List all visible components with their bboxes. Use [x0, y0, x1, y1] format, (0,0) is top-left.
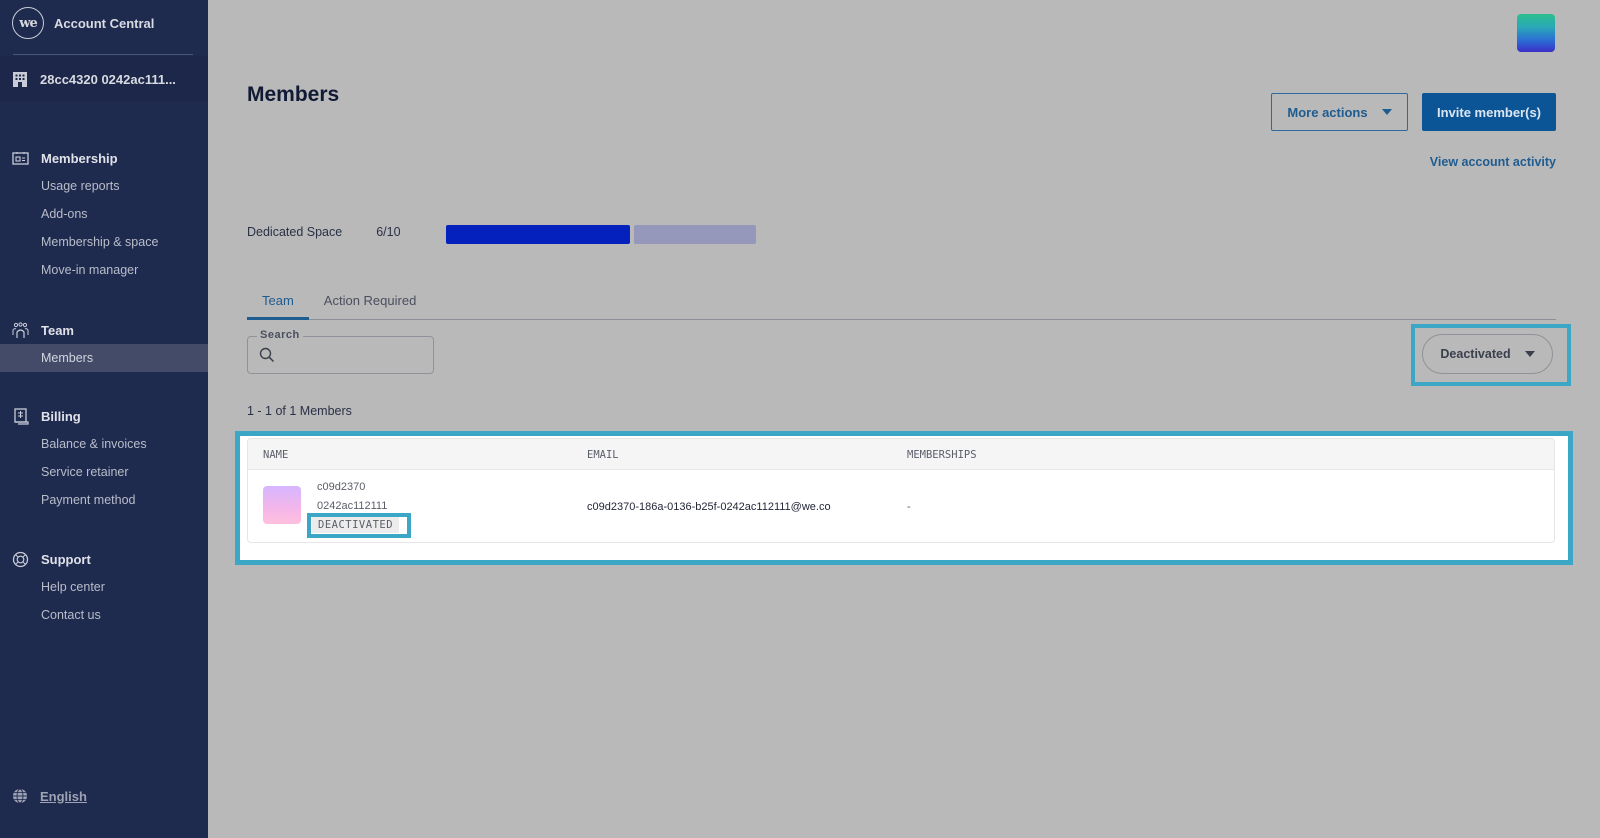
view-account-activity-link[interactable]: View account activity: [1430, 155, 1556, 169]
building-icon: [13, 72, 27, 87]
receipt-icon: [12, 407, 29, 425]
sidebar: we Account Central 28cc4320 0242ac111...…: [0, 0, 208, 838]
nav-head-support[interactable]: Support: [0, 545, 208, 573]
nav-head-membership[interactable]: Membership: [0, 144, 208, 172]
status-filter-dropdown[interactable]: Deactivated: [1422, 334, 1553, 374]
more-actions-label: More actions: [1287, 104, 1368, 120]
user-avatar[interactable]: [1517, 14, 1555, 52]
sidebar-item-payment-method[interactable]: Payment method: [0, 486, 208, 514]
wework-logo: we: [12, 7, 44, 39]
divider: [13, 54, 193, 55]
capacity-label: Dedicated Space: [247, 225, 343, 239]
sidebar-item-service-retainer[interactable]: Service retainer: [0, 458, 208, 486]
search-input[interactable]: [282, 343, 422, 367]
nav-head-team[interactable]: Team: [0, 316, 208, 344]
capacity-bar-remaining: [633, 225, 756, 244]
nav-group-membership: Membership Usage reports Add-ons Members…: [0, 144, 208, 284]
nav-group-support: Support Help center Contact us: [0, 545, 208, 629]
search-icon: [259, 347, 275, 363]
invite-members-button[interactable]: Invite member(s): [1422, 93, 1556, 131]
member-memberships: -: [907, 501, 911, 513]
sidebar-item-contact-us[interactable]: Contact us: [0, 601, 208, 629]
search-field[interactable]: Search: [247, 329, 434, 374]
capacity-bar-used: [446, 225, 630, 244]
main-content: Members More actions Invite member(s) Vi…: [208, 0, 1600, 838]
tabs: Team Action Required: [247, 287, 1556, 320]
globe-icon: [13, 788, 27, 804]
page-title: Members: [247, 83, 340, 106]
member-name-line2: 0242ac112111: [317, 500, 388, 512]
app-name: Account Central: [54, 15, 155, 31]
membership-card-icon: [12, 150, 29, 167]
member-avatar: [263, 486, 301, 524]
nav-head-billing[interactable]: Billing: [0, 402, 208, 430]
sidebar-item-usage-reports[interactable]: Usage reports: [0, 172, 208, 200]
column-header-memberships: MEMBERSHIPS: [907, 449, 977, 461]
column-header-name: NAME: [263, 449, 289, 461]
members-table: NAME EMAIL MEMBERSHIPS c09d2370 0242ac11…: [247, 438, 1555, 543]
table-header: NAME EMAIL MEMBERSHIPS: [248, 439, 1554, 470]
sidebar-item-add-ons[interactable]: Add-ons: [0, 200, 208, 228]
capacity-progress-bar: [446, 225, 756, 244]
column-header-email: EMAIL: [587, 449, 619, 461]
capacity-value: 6/10: [376, 225, 401, 239]
nav-head-label: Membership: [41, 150, 118, 166]
search-label: Search: [257, 329, 303, 341]
account-switcher[interactable]: 28cc4320 0242ac111...: [0, 56, 208, 102]
member-email: c09d2370-186a-0136-b25f-0242ac112111@we.…: [587, 501, 831, 513]
account-name: 28cc4320 0242ac111...: [40, 71, 176, 87]
member-name-line1: c09d2370: [317, 481, 366, 493]
sidebar-item-membership-space[interactable]: Membership & space: [0, 228, 208, 256]
nav-head-label: Support: [41, 551, 91, 567]
more-actions-button[interactable]: More actions: [1271, 93, 1408, 131]
team-icon: [12, 321, 29, 339]
caret-down-icon: [1524, 351, 1535, 357]
dedicated-space-summary: Dedicated Space 6/10: [247, 225, 401, 239]
language-selector[interactable]: English: [12, 788, 87, 804]
lifebuoy-icon: [12, 551, 29, 568]
sidebar-item-move-in-manager[interactable]: Move-in manager: [0, 256, 208, 284]
status-badge: DEACTIVATED: [312, 517, 400, 533]
nav-group-billing: Billing Balance & invoices Service retai…: [0, 402, 208, 514]
sidebar-item-help-center[interactable]: Help center: [0, 573, 208, 601]
results-count: 1 - 1 of 1 Members: [247, 404, 352, 418]
tab-team[interactable]: Team: [247, 287, 309, 320]
brand[interactable]: we Account Central: [0, 0, 208, 46]
caret-down-icon: [1381, 109, 1392, 115]
tab-action-required[interactable]: Action Required: [309, 287, 432, 320]
sidebar-item-balance-invoices[interactable]: Balance & invoices: [0, 430, 208, 458]
nav-group-team: Team Members: [0, 316, 208, 372]
table-row[interactable]: c09d2370 0242ac112111 DEACTIVATED c09d23…: [248, 470, 1554, 542]
status-filter-value: Deactivated: [1440, 347, 1511, 361]
nav-head-label: Team: [41, 322, 74, 338]
nav-head-label: Billing: [41, 408, 81, 424]
sidebar-item-members[interactable]: Members: [0, 344, 208, 372]
language-label: English: [40, 788, 87, 804]
